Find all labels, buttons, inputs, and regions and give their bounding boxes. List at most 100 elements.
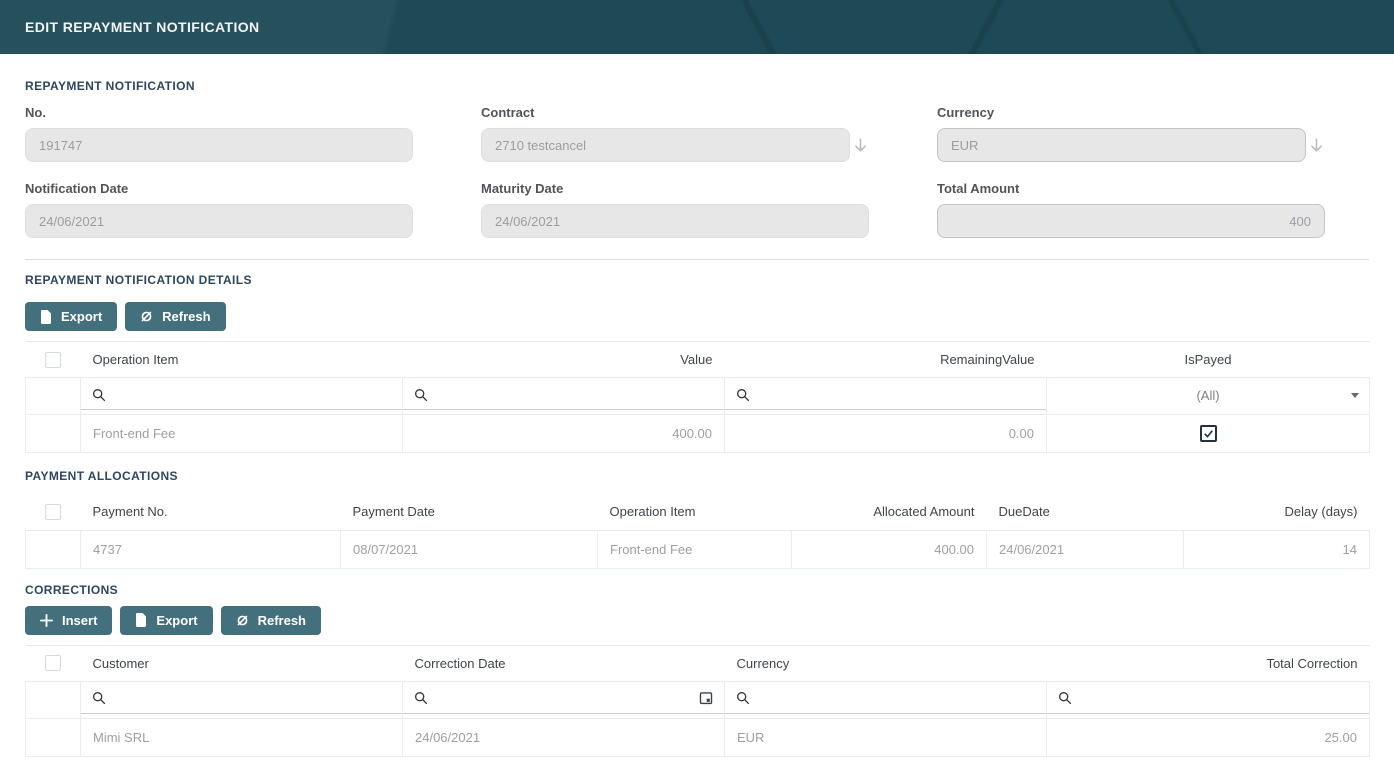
insert-button-label: Insert <box>62 613 97 628</box>
repayment-form-grid: No. 191747 Contract 2710 testcancel <box>25 105 1369 257</box>
search-icon <box>92 388 106 402</box>
section-title-payment-allocations: PAYMENT ALLOCATIONS <box>25 469 1369 483</box>
document-icon <box>135 613 147 627</box>
corrections-toolbar: Insert Export Refresh <box>25 606 1369 635</box>
currency-input[interactable]: EUR <box>937 128 1306 162</box>
repayment-notification-section: REPAYMENT NOTIFICATION No. 191747 Contra… <box>0 54 1394 257</box>
cell-value: 400.00 <box>403 415 725 453</box>
repayment-notification-details-section: REPAYMENT NOTIFICATION DETAILS Export Re… <box>0 273 1394 453</box>
arrow-down-icon[interactable] <box>850 137 869 154</box>
select-all-checkbox[interactable] <box>45 352 61 368</box>
filter-currency[interactable] <box>725 681 1047 718</box>
notification-date-input[interactable]: 24/06/2021 <box>25 204 413 238</box>
contract-input[interactable]: 2710 testcancel <box>481 128 850 162</box>
no-input[interactable]: 191747 <box>25 128 413 162</box>
section-title-repayment-notification: REPAYMENT NOTIFICATION <box>25 79 1369 93</box>
maturity-date-value: 24/06/2021 <box>495 214 560 229</box>
notification-date-value: 24/06/2021 <box>39 214 104 229</box>
field-contract: Contract 2710 testcancel <box>481 105 869 162</box>
column-header-customer[interactable]: Customer <box>81 645 403 681</box>
main-content: REPAYMENT NOTIFICATION No. 191747 Contra… <box>0 54 1394 757</box>
corrections-filter-row <box>26 681 1370 718</box>
filter-is-payed-select[interactable]: (All) <box>1047 378 1370 415</box>
cell-remaining-value: 0.00 <box>725 415 1047 453</box>
total-amount-value: 400 <box>1289 214 1311 229</box>
details-header-row: Operation Item Value RemainingValue IsPa… <box>26 342 1370 378</box>
column-header-due-date[interactable]: DueDate <box>987 494 1184 530</box>
no-label: No. <box>25 105 413 120</box>
row-select-cell <box>26 718 81 756</box>
contract-value: 2710 testcancel <box>495 138 586 153</box>
refresh-icon <box>236 614 249 627</box>
select-all-checkbox[interactable] <box>45 504 61 520</box>
filter-operation-item[interactable] <box>81 378 403 415</box>
total-amount-label: Total Amount <box>937 181 1325 196</box>
cell-currency: EUR <box>725 718 1047 756</box>
column-header-allocated-amount[interactable]: Allocated Amount <box>792 494 987 530</box>
cell-operation-item: Front-end Fee <box>598 530 792 568</box>
is-payed-filter-value: (All) <box>1196 388 1219 403</box>
arrow-down-icon[interactable] <box>1306 137 1325 154</box>
search-icon <box>414 388 428 402</box>
cell-delay-days: 14 <box>1184 530 1370 568</box>
cell-correction-date: 24/06/2021 <box>403 718 725 756</box>
column-header-operation-item[interactable]: Operation Item <box>598 494 792 530</box>
document-icon <box>40 310 52 324</box>
corrections-header-row: Customer Correction Date Currency Total … <box>26 645 1370 681</box>
page-title: EDIT REPAYMENT NOTIFICATION <box>25 19 260 35</box>
row-select-cell <box>26 530 81 568</box>
column-header-total-correction[interactable]: Total Correction <box>1047 645 1370 681</box>
export-button[interactable]: Export <box>120 606 212 635</box>
column-header-operation-item[interactable]: Operation Item <box>81 342 403 378</box>
field-no: No. 191747 <box>25 105 413 162</box>
search-icon <box>1058 691 1072 705</box>
filter-value[interactable] <box>403 378 725 415</box>
total-amount-input[interactable]: 400 <box>937 204 1325 238</box>
column-header-remaining-value[interactable]: RemainingValue <box>725 342 1047 378</box>
column-header-payment-no[interactable]: Payment No. <box>81 494 341 530</box>
insert-button[interactable]: Insert <box>25 606 112 635</box>
maturity-date-input[interactable]: 24/06/2021 <box>481 204 869 238</box>
filter-customer[interactable] <box>81 681 403 718</box>
refresh-button[interactable]: Refresh <box>125 302 225 331</box>
allocations-header-row: Payment No. Payment Date Operation Item … <box>26 494 1370 530</box>
cell-is-payed <box>1047 415 1370 453</box>
table-row[interactable]: 4737 08/07/2021 Front-end Fee 400.00 24/… <box>26 530 1370 568</box>
field-maturity-date: Maturity Date 24/06/2021 <box>481 181 869 238</box>
export-button[interactable]: Export <box>25 302 117 331</box>
maturity-date-label: Maturity Date <box>481 181 869 196</box>
refresh-button-label: Refresh <box>258 613 306 628</box>
search-icon <box>736 388 750 402</box>
caret-down-icon <box>1351 393 1359 398</box>
plus-icon <box>40 614 53 627</box>
filter-total-correction[interactable] <box>1047 681 1370 718</box>
export-button-label: Export <box>156 613 197 628</box>
search-icon <box>414 691 428 705</box>
calendar-icon[interactable] <box>699 691 713 705</box>
column-header-currency[interactable]: Currency <box>725 645 1047 681</box>
no-value: 191747 <box>39 138 82 153</box>
column-header-payment-date[interactable]: Payment Date <box>341 494 598 530</box>
contract-label: Contract <box>481 105 869 120</box>
notification-date-label: Notification Date <box>25 181 413 196</box>
row-select-cell <box>26 415 81 453</box>
table-row[interactable]: Front-end Fee 400.00 0.00 <box>26 415 1370 453</box>
refresh-button[interactable]: Refresh <box>221 606 321 635</box>
column-header-is-payed[interactable]: IsPayed <box>1047 342 1370 378</box>
filter-correction-date[interactable] <box>403 681 725 718</box>
select-all-checkbox[interactable] <box>45 655 61 671</box>
cell-allocated-amount: 400.00 <box>792 530 987 568</box>
field-notification-date: Notification Date 24/06/2021 <box>25 181 413 238</box>
field-total-amount: Total Amount 400 <box>937 181 1325 238</box>
table-row[interactable]: Mimi SRL 24/06/2021 EUR 25.00 <box>26 718 1370 756</box>
currency-label: Currency <box>937 105 1325 120</box>
details-table: Operation Item Value RemainingValue IsPa… <box>25 341 1370 453</box>
column-header-correction-date[interactable]: Correction Date <box>403 645 725 681</box>
export-button-label: Export <box>61 309 102 324</box>
column-header-value[interactable]: Value <box>403 342 725 378</box>
is-payed-checkbox-checked[interactable] <box>1200 425 1217 442</box>
filter-remaining-value[interactable] <box>725 378 1047 415</box>
column-header-delay-days[interactable]: Delay (days) <box>1184 494 1370 530</box>
refresh-button-label: Refresh <box>162 309 210 324</box>
corrections-table: Customer Correction Date Currency Total … <box>25 645 1370 757</box>
